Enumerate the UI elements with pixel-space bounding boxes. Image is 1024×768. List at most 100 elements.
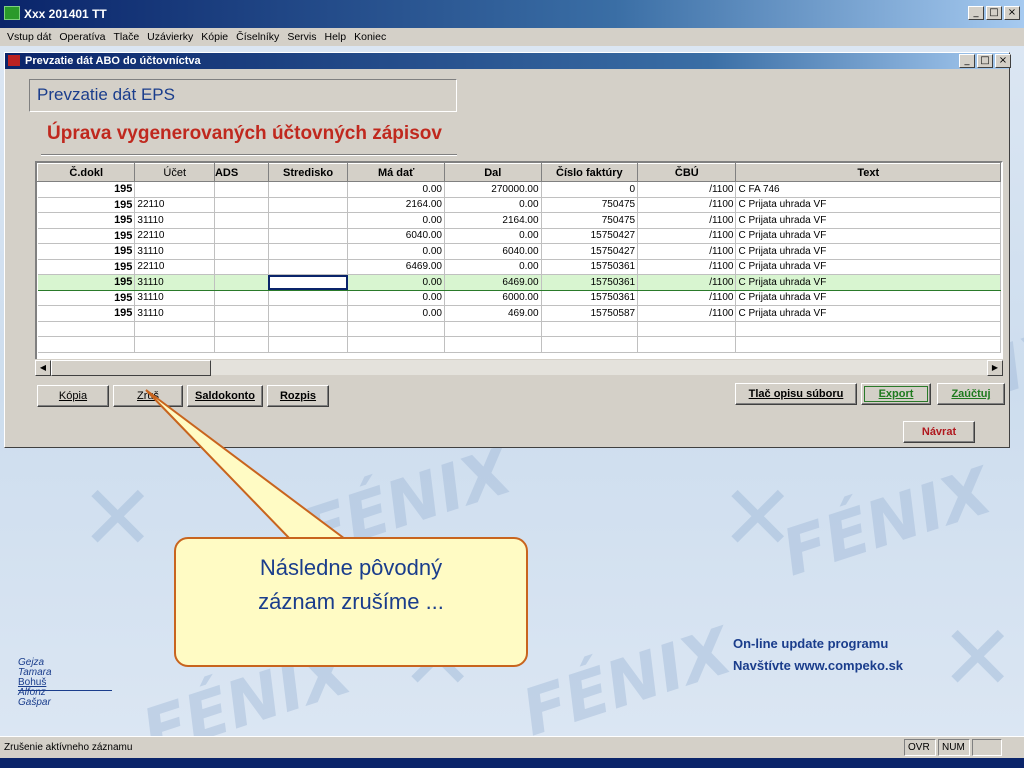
cell-doc[interactable]: 195	[37, 181, 136, 198]
cell-text[interactable]: C Prijata uhrada VF	[735, 290, 1001, 306]
cell-account[interactable]	[134, 336, 215, 353]
col-header-cbu[interactable]: ČBÚ	[637, 163, 737, 182]
cell-stredisko[interactable]	[268, 336, 349, 353]
cell-faktura[interactable]: 15750427	[541, 228, 639, 244]
cell-ma-dat[interactable]	[347, 336, 445, 353]
saldokonto-button[interactable]: Saldokonto	[187, 385, 263, 407]
table-row[interactable]: 195 22110 2164.00 0.00 750475/1100 C Prijata …	[37, 197, 1001, 213]
menu-koniec[interactable]: Koniec	[351, 28, 391, 46]
zrus-button[interactable]: Zruš	[113, 385, 183, 407]
navrat-button[interactable]: Návrat	[903, 421, 975, 443]
cell-stredisko[interactable]	[268, 321, 349, 337]
cell-account[interactable]	[134, 181, 215, 198]
table-row[interactable]: 195 31110 0.00 469.00 15750587/1100 C Prijata…	[37, 305, 1001, 322]
cell-doc[interactable]: 195	[37, 259, 136, 275]
cell-account[interactable]: 31110	[134, 274, 215, 291]
cell-account[interactable]	[134, 321, 215, 337]
col-header-ma-dat[interactable]: Má dať	[347, 163, 445, 182]
cell-ma-dat[interactable]: 0.00	[347, 290, 445, 306]
cell-dal[interactable]: 6000.00	[444, 290, 542, 306]
cell-ma-dat[interactable]: 0.00	[347, 212, 445, 229]
promo-website-text[interactable]: Navštívte www.compeko.sk	[733, 658, 903, 673]
cell-account[interactable]: 31110	[134, 243, 215, 260]
cell-dal[interactable]	[444, 336, 542, 353]
cell-stredisko[interactable]	[268, 212, 349, 229]
cell-text[interactable]: C FA 746	[735, 181, 1001, 198]
menu-servis[interactable]: Servis	[284, 28, 321, 46]
col-header-ads[interactable]: ADS	[213, 163, 269, 182]
cell-stredisko[interactable]	[268, 274, 349, 291]
menu-vstup-dat[interactable]: Vstup dát	[4, 28, 56, 46]
cell-dal[interactable]: 6469.00	[444, 274, 542, 291]
cell-stredisko[interactable]	[268, 197, 349, 213]
table-row[interactable]: 195 22110 6040.00 0.00 15750427/1100 C Prijat…	[37, 228, 1001, 244]
cell-cbu[interactable]: /1100	[637, 290, 737, 306]
export-button[interactable]: Export	[861, 383, 931, 405]
cell-ma-dat[interactable]: 6469.00	[347, 259, 445, 275]
table-row[interactable]: 195 31110 0.00 2164.00 750475/1100 C Prijata …	[37, 212, 1001, 229]
cell-text[interactable]: C Prijata uhrada VF	[735, 197, 1001, 213]
cell-doc[interactable]: 195	[37, 274, 136, 291]
child-title-bar[interactable]: Prevzatie dát ABO do účtovníctva _ □ ×	[5, 53, 1011, 69]
col-header-cislo-faktury[interactable]: Číslo faktúry	[540, 163, 639, 182]
cell-dal[interactable]: 0.00	[444, 197, 542, 213]
cell-dal[interactable]: 270000.00	[444, 181, 542, 198]
cell-cbu[interactable]	[637, 336, 737, 353]
cell-ads[interactable]	[214, 243, 269, 260]
cell-dal[interactable]: 0.00	[444, 228, 542, 244]
cell-account[interactable]: 31110	[134, 290, 215, 306]
cell-text[interactable]	[735, 321, 1001, 337]
close-button[interactable]: ×	[1004, 6, 1020, 20]
cell-doc[interactable]: 195	[37, 290, 136, 306]
cell-ads[interactable]	[214, 181, 269, 198]
scrollbar-thumb[interactable]	[51, 360, 211, 376]
cell-doc[interactable]: 195	[37, 243, 136, 260]
cell-dal[interactable]: 6040.00	[444, 243, 542, 260]
cell-text[interactable]: C Prijata uhrada VF	[735, 228, 1001, 244]
cell-stredisko[interactable]	[268, 305, 349, 322]
cell-cbu[interactable]: /1100	[637, 212, 737, 229]
cell-faktura[interactable]: 15750361	[541, 290, 639, 306]
cell-stredisko[interactable]	[268, 228, 349, 244]
table-row[interactable]	[37, 336, 1001, 353]
cell-ads[interactable]	[214, 212, 269, 229]
cell-account[interactable]: 22110	[134, 197, 215, 213]
cell-text[interactable]: C Prijata uhrada VF	[735, 212, 1001, 229]
menu-ciselniky[interactable]: Číselníky	[233, 28, 284, 46]
cell-ma-dat[interactable]: 0.00	[347, 274, 445, 291]
cell-ma-dat[interactable]: 0.00	[347, 181, 445, 198]
col-header-text[interactable]: Text	[735, 163, 1001, 182]
cell-ma-dat[interactable]: 0.00	[347, 305, 445, 322]
col-header-dal[interactable]: Dal	[443, 163, 542, 182]
cell-faktura[interactable]: 0	[541, 181, 639, 198]
cell-dal[interactable]: 469.00	[444, 305, 542, 322]
cell-cbu[interactable]: /1100	[637, 228, 737, 244]
col-header-stredisko[interactable]: Stredisko	[267, 163, 349, 182]
cell-ma-dat[interactable]: 0.00	[347, 243, 445, 260]
cell-ma-dat[interactable]: 6040.00	[347, 228, 445, 244]
cell-faktura[interactable]	[541, 321, 639, 337]
cell-doc[interactable]	[37, 321, 136, 337]
cell-faktura[interactable]: 750475	[541, 212, 639, 229]
menu-help[interactable]: Help	[322, 28, 352, 46]
table-row[interactable]: 195 22110 6469.00 0.00 15750361/1100 C Prijat…	[37, 259, 1001, 275]
cell-cbu[interactable]: /1100	[637, 305, 737, 322]
child-maximize-button[interactable]: □	[977, 54, 993, 68]
cell-text[interactable]: C Prijata uhrada VF	[735, 274, 1001, 291]
col-header-cislo-dokladu[interactable]: Č.dokl	[37, 163, 136, 182]
table-row[interactable]: 195 31110 0.00 6000.00 15750361/1100 C Prijat…	[37, 290, 1001, 306]
cell-dal[interactable]: 0.00	[444, 259, 542, 275]
cell-faktura[interactable]: 750475	[541, 197, 639, 213]
cell-text[interactable]: C Prijata uhrada VF	[735, 305, 1001, 322]
table-row[interactable]: 195 31110 0.00 6469.00 15750361/1100 C Prijat…	[37, 274, 1001, 291]
zauctuj-button[interactable]: Zaúčtuj	[937, 383, 1005, 405]
table-row[interactable]	[37, 321, 1001, 337]
table-row[interactable]: 195 0.00 270000.00 0/1100 C FA 746	[37, 181, 1001, 198]
cell-faktura[interactable]: 15750361	[541, 259, 639, 275]
maximize-button[interactable]: □	[986, 6, 1002, 20]
cell-doc[interactable]	[37, 336, 136, 353]
cell-ads[interactable]	[214, 228, 269, 244]
cell-faktura[interactable]	[541, 336, 639, 353]
scroll-right-icon[interactable]: ▶	[987, 360, 1003, 376]
promo-update-text[interactable]: On-line update programu	[733, 636, 888, 651]
